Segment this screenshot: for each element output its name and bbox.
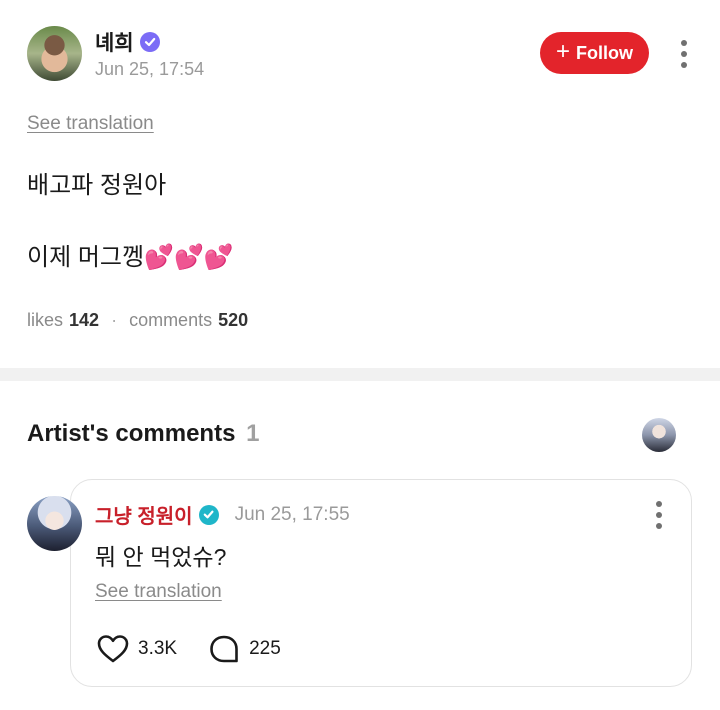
comment-author[interactable]: 그냥 정원이	[95, 500, 193, 529]
see-translation-link[interactable]: See translation	[27, 113, 154, 135]
like-count: 3.3K	[138, 638, 178, 659]
separator-dot: ·	[111, 310, 118, 330]
author-avatar[interactable]	[27, 26, 82, 81]
author-row: 녜희	[95, 27, 160, 57]
like-button[interactable]: 3.3K	[96, 633, 177, 665]
artist-mini-avatar[interactable]	[642, 418, 676, 452]
reply-button[interactable]: 225	[207, 633, 281, 665]
section-count: 1	[246, 420, 260, 447]
post-time: Jun 25, 17:54	[95, 59, 205, 79]
section-title-text: Artist's comments	[27, 420, 236, 447]
post-line: 이제 머그껭💕💕💕	[27, 244, 234, 271]
follow-button[interactable]: + Follow	[540, 32, 649, 74]
verified-badge-icon	[198, 504, 219, 525]
heart-outline-icon	[97, 635, 129, 663]
comment-actions: 3.3K 225	[96, 633, 281, 665]
post-stats: likes 142 · comments 520	[27, 310, 248, 331]
more-vertical-icon[interactable]	[654, 501, 664, 529]
reply-count: 225	[249, 638, 281, 659]
likes-label: likes	[27, 310, 64, 330]
commenter-avatar[interactable]	[27, 496, 82, 551]
more-vertical-icon[interactable]	[679, 40, 689, 68]
see-translation-link[interactable]: See translation	[95, 581, 222, 603]
post-line: 배고파 정원아	[27, 172, 167, 199]
plus-icon: +	[555, 38, 570, 65]
comment-bubble-icon	[210, 635, 238, 663]
post-card: 녜희 Jun 25, 17:54 + Follow See translatio…	[0, 0, 720, 368]
artist-comments-title: Artist's comments 1	[27, 420, 259, 448]
section-divider	[0, 368, 720, 381]
comments-count: 520	[218, 310, 249, 330]
comment-header: 그냥 정원이 Jun 25, 17:55	[95, 500, 350, 529]
post-body: 배고파 정원아 이제 머그껭💕💕💕	[27, 168, 234, 276]
verified-badge-icon	[139, 32, 160, 52]
comments-label: comments	[129, 310, 213, 330]
comment-text: 뭐 안 먹었슈?	[95, 544, 227, 570]
comment-time: Jun 25, 17:55	[234, 503, 350, 525]
follow-label: Follow	[576, 42, 633, 63]
likes-count: 142	[69, 310, 100, 330]
author-name[interactable]: 녜희	[95, 27, 134, 57]
